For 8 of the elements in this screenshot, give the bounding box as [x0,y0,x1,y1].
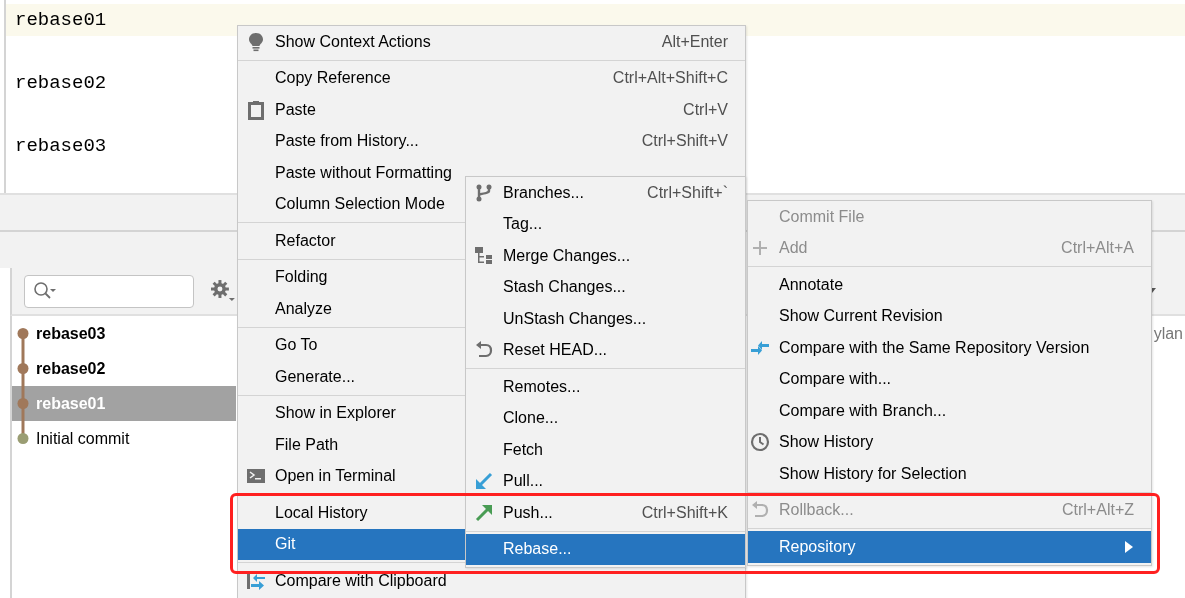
commit-message: rebase02 [36,359,106,378]
author-cell: ylan [1153,324,1183,343]
commit-message: rebase01 [36,394,106,413]
code-text: rebase01 [15,9,107,31]
code-text: rebase03 [15,135,107,157]
commit-message: rebase03 [36,324,106,343]
commit-message: Initial commit [36,429,130,448]
code-text: rebase02 [15,72,107,94]
